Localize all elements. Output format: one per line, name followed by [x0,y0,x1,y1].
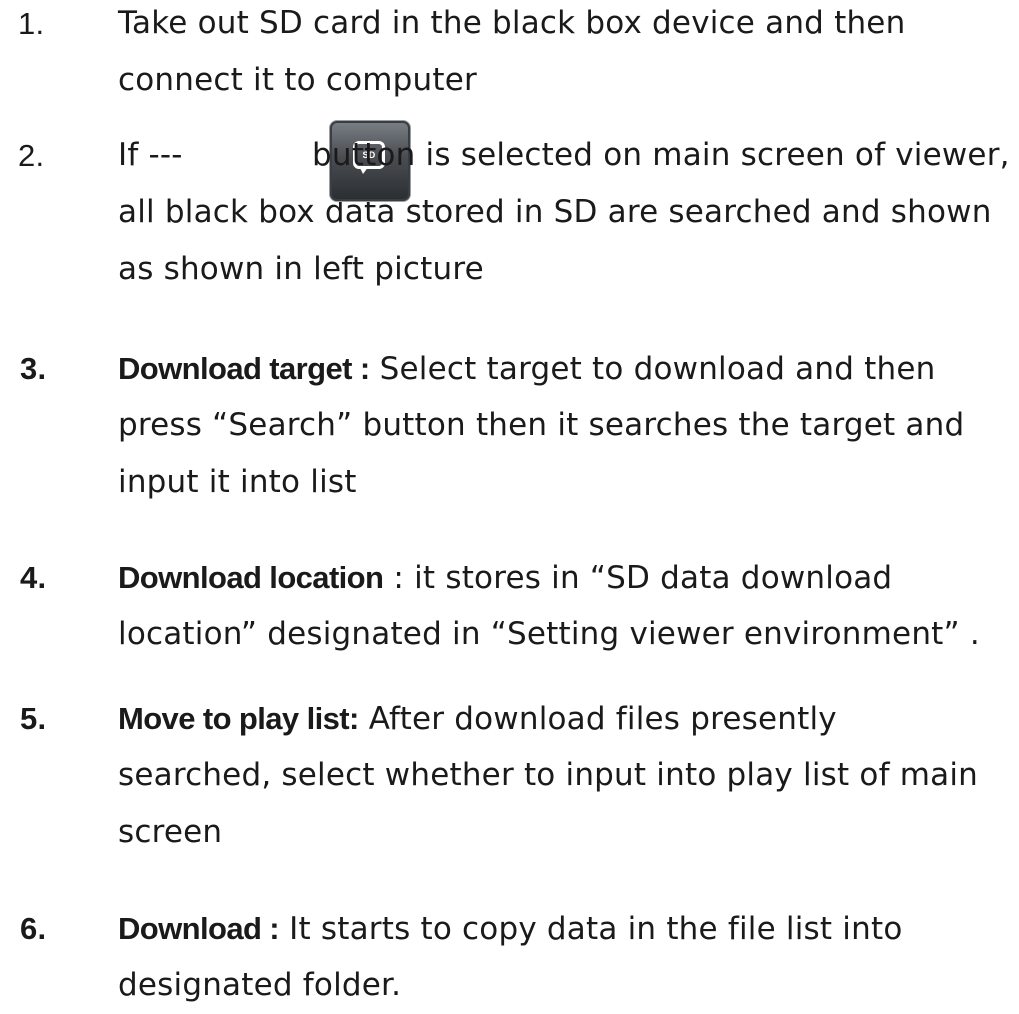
term-label: Download : [118,911,280,946]
term-label: Download target : [118,351,370,386]
item-text: Download location : it stores in “SD dat… [118,549,1018,663]
text-line: location” designated in “Setting viewer … [118,616,980,652]
item-text: Move to play list: After download files … [118,690,1018,861]
text-line: searched, select whether to input into p… [118,757,979,793]
item-text: If --- SD button is selected on main scr… [118,121,1018,298]
item-text: Download : It starts to copy data in the… [118,900,1018,1014]
item-number: 4. [20,560,47,595]
text-fragment: : it stores in “SD data download [393,560,893,596]
text-line: Download : It starts to copy data in the… [118,900,1018,957]
text-line: input it into list [118,464,357,500]
item-text: Take out SD card in the black box device… [118,0,1018,109]
text-line: Take out SD card in the black box device… [118,5,906,41]
text-line: Download location : it stores in “SD dat… [118,549,1018,606]
text-line: designated folder. [118,967,402,1003]
item-number: 5. [20,701,47,736]
text-line: screen [118,814,223,850]
term-label: Move to play list: [118,701,359,736]
item-number: 2. [18,138,45,173]
item-number: 3. [20,351,47,386]
text-fragment: It starts to copy data in the file list … [289,911,903,947]
text-line: Move to play list: After download files … [118,690,1018,747]
text-line: as shown in left picture [118,251,484,287]
item-text: Download target : Select target to downl… [118,340,1018,511]
text-line: connect it to computer [118,62,477,98]
instruction-document: 1. Take out SD card in the black box dev… [0,0,1019,1003]
text-line: Download target : Select target to downl… [118,340,1018,397]
text-fragment: If --- [118,137,183,173]
text-fragment: After download files presently [368,701,837,737]
term-label: Download location [118,560,384,595]
text-line: press “Search” button then it searches t… [118,407,965,443]
item-number: 6. [20,911,47,946]
text-line: all black box data stored in SD are sear… [118,194,992,230]
text-fragment: Select target to download and then [379,351,936,387]
text-line: If --- SD button is selected on main scr… [118,121,1018,201]
text-fragment: button is selected on main screen of vie… [312,137,1010,173]
item-number: 1. [18,6,45,41]
